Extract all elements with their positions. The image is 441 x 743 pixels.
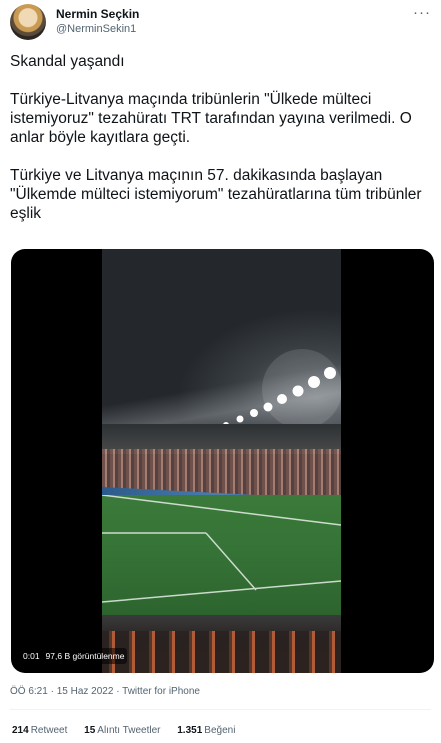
tweet-time[interactable]: ÖÖ 6:21 — [10, 686, 48, 697]
video-time: 0:01 — [23, 651, 40, 661]
video-views: 97,6 B görüntülenme — [45, 651, 125, 661]
author-handle[interactable]: @NerminSekin1 — [56, 23, 136, 35]
tweet-header: Nermin Seçkin @NerminSekin1 ··· — [10, 4, 431, 40]
likes-stat[interactable]: 1.351 Beğeni — [177, 725, 235, 736]
quotes-label: Alıntı Tweetler — [97, 725, 161, 736]
retweets-stat[interactable]: 214 Retweet — [12, 725, 67, 736]
retweets-count: 214 — [12, 725, 29, 736]
tweet-stats: 214 Retweet 15 Alıntı Tweetler 1.351 Beğeni — [12, 725, 249, 736]
tweet-paragraph: Türkiye ve Litvanya maçının 57. dakikası… — [10, 167, 422, 222]
video-player[interactable] — [11, 249, 434, 673]
video-frame[interactable] — [102, 249, 341, 673]
tweet-text: Skandal yaşandı Türkiye-Litvanya maçında… — [10, 52, 430, 242]
quotes-count: 15 — [84, 725, 96, 736]
divider — [10, 709, 431, 710]
likes-label: Beğeni — [204, 725, 236, 736]
quotes-stat[interactable]: 15 Alıntı Tweetler — [84, 725, 160, 736]
more-horizontal-icon[interactable]: ··· — [413, 4, 431, 21]
floodlights — [143, 349, 341, 437]
author-name[interactable]: Nermin Seçkin — [56, 7, 139, 21]
retweets-label: Retweet — [30, 725, 68, 736]
tweet-meta: ÖÖ 6:2115 Haz 2022Twitter for iPhone — [10, 686, 200, 697]
tweet-paragraph: Skandal yaşandı — [10, 53, 125, 70]
video-info-badge: 0:01 97,6 B görüntülenme — [20, 648, 128, 664]
tweet-source[interactable]: Twitter for iPhone — [113, 686, 200, 697]
avatar[interactable] — [10, 4, 46, 40]
foreground-crowd — [102, 631, 341, 673]
likes-count: 1.351 — [177, 725, 203, 736]
football-pitch — [102, 494, 341, 615]
tweet-date[interactable]: 15 Haz 2022 — [48, 686, 114, 697]
tweet-paragraph: Türkiye-Litvanya maçında tribünlerin "Ül… — [10, 91, 412, 146]
